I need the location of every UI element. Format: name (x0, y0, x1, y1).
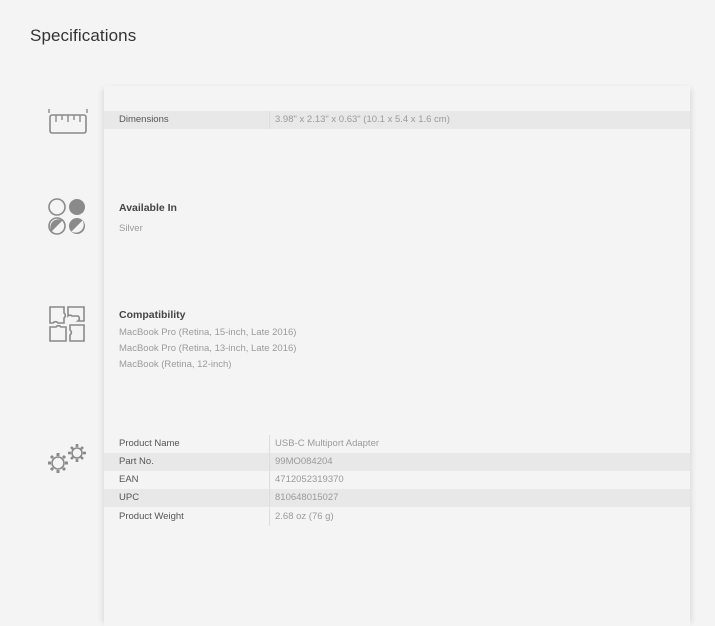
ruler-icon (48, 103, 88, 143)
puzzle-icon (47, 304, 87, 344)
spec-label: Product Weight (119, 511, 184, 522)
spec-label: EAN (119, 474, 139, 485)
table-row: UPC 810648015027 (104, 489, 690, 507)
spec-label: UPC (119, 492, 140, 503)
compatibility-item: MacBook Pro (Retina, 13-inch, Late 2016) (119, 343, 297, 354)
gears-icon (46, 442, 90, 476)
compatibility-title: Compatibility (119, 309, 186, 321)
spec-label: Part No. (119, 456, 154, 467)
spec-value: 99MO084204 (275, 456, 333, 467)
spec-value: USB-C Multiport Adapter (275, 438, 380, 449)
specs-panel (104, 86, 690, 626)
spec-value: 2.68 oz (76 g) (275, 511, 334, 522)
table-row: Part No. 99MO084204 (104, 453, 690, 471)
table-row: Product Name USB-C Multiport Adapter (104, 435, 690, 453)
compatibility-item: MacBook (Retina, 12-inch) (119, 359, 232, 370)
dimensions-value: 3.98" x 2.13" x 0.63" (10.1 x 5.4 x 1.6 … (275, 114, 450, 125)
available-item: Silver (119, 223, 143, 234)
spec-value: 810648015027 (275, 492, 339, 503)
color-swatches-icon (47, 196, 87, 236)
compatibility-item: MacBook Pro (Retina, 15-inch, Late 2016) (119, 327, 297, 338)
dimensions-label: Dimensions (119, 114, 169, 125)
table-row: EAN 4712052319370 (104, 471, 690, 489)
spec-label: Product Name (119, 438, 180, 449)
available-title: Available In (119, 202, 177, 214)
spec-value: 4712052319370 (275, 474, 344, 485)
page-title: Specifications (30, 26, 137, 45)
dimensions-row: Dimensions 3.98" x 2.13" x 0.63" (10.1 x… (104, 111, 690, 129)
table-row: Product Weight 2.68 oz (76 g) (104, 508, 690, 526)
